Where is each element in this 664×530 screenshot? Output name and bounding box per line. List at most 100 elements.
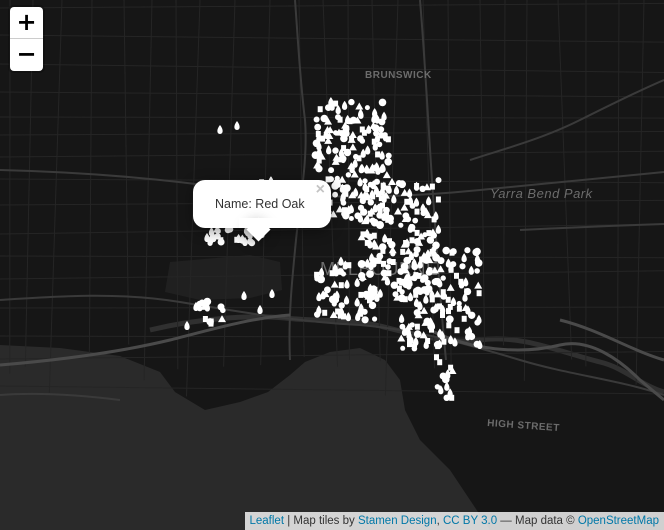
tree-marker[interactable] (348, 98, 355, 106)
tree-marker[interactable] (423, 317, 432, 326)
tree-marker[interactable] (220, 307, 226, 314)
map-tiles[interactable]: BRUNSWICK Yarra Bend Park HIGH STREET ME… (0, 0, 664, 530)
tree-marker[interactable] (454, 272, 459, 279)
tree-marker[interactable] (387, 238, 392, 245)
tree-marker[interactable] (413, 251, 419, 258)
tree-marker[interactable] (364, 239, 370, 246)
tree-marker[interactable] (320, 135, 326, 142)
tree-marker[interactable] (344, 124, 350, 130)
tree-marker[interactable] (317, 106, 323, 113)
tree-marker[interactable] (459, 263, 466, 270)
tree-marker[interactable] (440, 275, 446, 281)
tree-marker[interactable] (409, 203, 416, 209)
tree-marker[interactable] (396, 285, 402, 292)
tree-marker[interactable] (443, 394, 450, 401)
tree-marker[interactable] (312, 139, 321, 148)
tree-marker[interactable] (314, 311, 321, 318)
tree-marker[interactable] (398, 222, 404, 228)
tree-marker[interactable] (414, 323, 420, 330)
tree-marker[interactable] (390, 259, 396, 265)
tree-marker[interactable] (378, 98, 387, 107)
tree-marker[interactable] (413, 272, 419, 279)
tree-marker[interactable] (208, 318, 214, 325)
tree-marker[interactable] (345, 172, 352, 178)
tree-marker[interactable] (357, 204, 365, 211)
tree-marker[interactable] (340, 185, 346, 191)
tree-marker[interactable] (359, 276, 366, 282)
tree-marker[interactable] (426, 267, 433, 273)
tree-marker[interactable] (448, 266, 454, 273)
tree-marker[interactable] (476, 290, 482, 297)
tree-marker[interactable] (400, 345, 406, 351)
tree-marker[interactable] (364, 105, 370, 111)
tree-marker[interactable] (372, 316, 378, 322)
tree-marker[interactable] (328, 176, 334, 183)
tree-marker[interactable] (385, 264, 391, 270)
tree-marker[interactable] (424, 285, 433, 293)
tree-marker[interactable] (385, 152, 392, 159)
osm-link[interactable]: OpenStreetMap (578, 515, 659, 527)
tree-marker[interactable] (335, 114, 341, 121)
tree-marker[interactable] (454, 327, 460, 334)
tree-marker[interactable] (370, 285, 377, 292)
tree-marker[interactable] (474, 268, 480, 274)
tree-marker[interactable] (406, 336, 414, 344)
tree-marker[interactable] (446, 322, 452, 329)
tree-marker[interactable] (435, 177, 442, 184)
tree-marker[interactable] (384, 158, 393, 166)
tree-marker[interactable] (214, 233, 221, 240)
tree-marker[interactable] (313, 116, 320, 123)
tree-marker[interactable] (361, 316, 369, 324)
tree-marker[interactable] (434, 384, 441, 390)
tree-marker[interactable] (411, 345, 418, 352)
tree-marker[interactable] (373, 178, 380, 185)
tree-marker[interactable] (429, 248, 435, 255)
tree-marker[interactable] (337, 268, 344, 275)
tree-marker[interactable] (332, 147, 339, 154)
tree-marker[interactable] (378, 243, 387, 251)
tree-marker[interactable] (332, 191, 338, 198)
tree-marker[interactable] (426, 236, 435, 244)
tree-marker[interactable] (442, 246, 451, 255)
tree-marker[interactable] (445, 315, 454, 324)
tree-marker[interactable] (386, 214, 395, 223)
tree-marker[interactable] (333, 130, 339, 136)
tree-marker[interactable] (337, 312, 343, 319)
tree-marker[interactable] (461, 315, 467, 322)
tree-marker[interactable] (247, 238, 254, 245)
tree-marker[interactable] (314, 275, 320, 282)
tree-marker[interactable] (409, 237, 415, 244)
zoom-out-button[interactable]: − (10, 39, 43, 71)
tree-marker[interactable] (377, 126, 385, 133)
tree-marker[interactable] (348, 216, 354, 221)
popup-close-button[interactable]: × (316, 182, 325, 198)
tree-marker[interactable] (413, 330, 422, 338)
tree-marker[interactable] (357, 260, 366, 268)
tree-marker[interactable] (456, 305, 462, 312)
tree-marker[interactable] (314, 123, 322, 131)
tree-marker[interactable] (414, 286, 422, 294)
tree-marker[interactable] (464, 328, 472, 336)
tree-marker[interactable] (202, 316, 208, 322)
tree-marker[interactable] (316, 157, 322, 164)
tree-marker[interactable] (217, 238, 225, 246)
map-container[interactable]: BRUNSWICK Yarra Bend Park HIGH STREET ME… (0, 0, 664, 530)
license-link[interactable]: CC BY 3.0 (443, 515, 497, 527)
tree-marker[interactable] (359, 126, 365, 133)
tree-marker[interactable] (426, 230, 432, 237)
tree-marker[interactable] (328, 167, 335, 174)
tree-marker[interactable] (358, 291, 364, 298)
tree-marker[interactable] (376, 221, 384, 229)
tree-marker[interactable] (432, 253, 440, 262)
tree-marker[interactable] (435, 196, 441, 203)
tree-marker[interactable] (473, 247, 481, 255)
tree-marker[interactable] (432, 277, 440, 285)
tree-marker[interactable] (366, 270, 374, 278)
tree-marker[interactable] (342, 212, 350, 220)
tree-marker[interactable] (340, 158, 346, 164)
tree-marker[interactable] (404, 198, 410, 205)
tree-marker[interactable] (413, 238, 421, 246)
tree-marker[interactable] (464, 247, 471, 254)
tree-marker[interactable] (435, 343, 441, 350)
tree-marker[interactable] (370, 257, 378, 265)
